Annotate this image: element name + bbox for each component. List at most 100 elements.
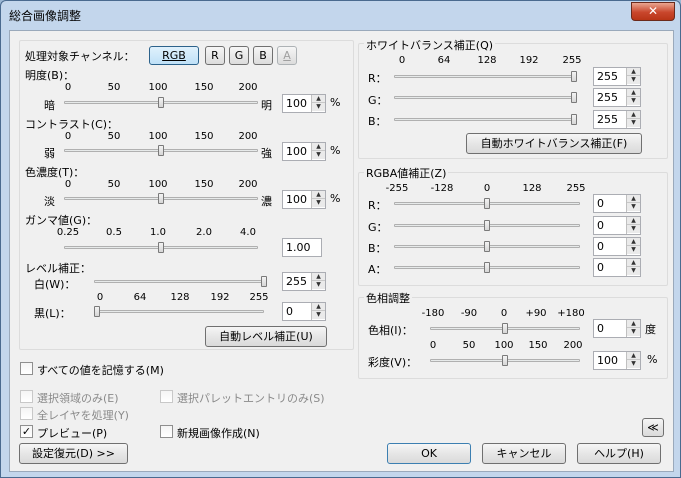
palette-only-checkbox[interactable] — [160, 390, 173, 403]
collapse-button[interactable]: ≪ — [642, 418, 664, 437]
auto-level-button[interactable]: 自動レベル補正(U) — [205, 326, 327, 347]
all-layers-checkbox[interactable] — [20, 407, 33, 420]
sat-slider[interactable] — [430, 355, 580, 367]
level-white-slider[interactable] — [94, 276, 267, 288]
slider-thumb[interactable] — [158, 145, 164, 156]
spin-down-icon[interactable]: ▼ — [312, 199, 325, 207]
spin-up-icon[interactable]: ▲ — [312, 273, 325, 281]
spin-up-icon[interactable]: ▲ — [312, 95, 325, 103]
spin-arrows[interactable]: ▲ ▼ — [626, 352, 640, 369]
brightness-spinbox[interactable]: 100 ▲ ▼ — [282, 94, 326, 113]
spin-down-icon[interactable]: ▼ — [627, 203, 640, 211]
channel-r-button[interactable]: R — [205, 46, 225, 65]
hue-slider[interactable] — [430, 323, 580, 335]
wb-b-slider[interactable] — [394, 114, 577, 126]
spin-down-icon[interactable]: ▼ — [627, 328, 640, 336]
rgba-a-slider[interactable] — [394, 262, 580, 274]
spin-arrows[interactable]: ▲ ▼ — [626, 259, 640, 276]
slider-thumb[interactable] — [571, 71, 577, 82]
spin-arrows[interactable]: ▲ ▼ — [626, 238, 640, 255]
rgba-r-spinbox[interactable]: 0 ▲ ▼ — [593, 194, 641, 213]
level-white-spinbox[interactable]: 255 ▲ ▼ — [282, 272, 326, 291]
new-image-checkbox[interactable] — [160, 425, 173, 438]
gamma-input[interactable]: 1.00 — [282, 238, 322, 257]
spin-down-icon[interactable]: ▼ — [627, 246, 640, 254]
level-black-spinbox[interactable]: 0 ▲ ▼ — [282, 302, 326, 321]
spin-arrows[interactable]: ▲ ▼ — [311, 95, 325, 112]
spin-up-icon[interactable]: ▲ — [627, 111, 640, 119]
channel-rgb-button[interactable]: RGB — [149, 46, 199, 65]
wb-g-slider[interactable] — [394, 92, 577, 104]
level-black-slider[interactable] — [94, 306, 264, 318]
spin-up-icon[interactable]: ▲ — [627, 352, 640, 360]
cancel-button[interactable]: キャンセル — [482, 443, 566, 464]
preview-checkbox[interactable]: ✓ — [20, 425, 33, 438]
rgba-r-slider[interactable] — [394, 198, 580, 210]
ok-button[interactable]: OK — [387, 443, 471, 464]
spin-up-icon[interactable]: ▲ — [627, 89, 640, 97]
selection-only-checkbox[interactable] — [20, 390, 33, 403]
help-button[interactable]: ヘルプ(H) — [577, 443, 661, 464]
slider-thumb[interactable] — [484, 241, 490, 252]
wb-g-spinbox[interactable]: 255 ▲ ▼ — [593, 88, 641, 107]
spin-arrows[interactable]: ▲ ▼ — [626, 111, 640, 128]
slider-thumb[interactable] — [158, 193, 164, 204]
slider-thumb[interactable] — [484, 220, 490, 231]
spin-down-icon[interactable]: ▼ — [627, 97, 640, 105]
spin-down-icon[interactable]: ▼ — [627, 119, 640, 127]
spin-down-icon[interactable]: ▼ — [627, 267, 640, 275]
slider-thumb[interactable] — [502, 323, 508, 334]
spin-up-icon[interactable]: ▲ — [627, 195, 640, 203]
spin-arrows[interactable]: ▲ ▼ — [626, 217, 640, 234]
slider-thumb[interactable] — [571, 114, 577, 125]
rgba-b-slider[interactable] — [394, 241, 580, 253]
wb-b-spinbox[interactable]: 255 ▲ ▼ — [593, 110, 641, 129]
gamma-slider[interactable] — [64, 242, 258, 254]
spin-up-icon[interactable]: ▲ — [312, 143, 325, 151]
spin-down-icon[interactable]: ▼ — [312, 151, 325, 159]
contrast-spinbox[interactable]: 100 ▲ ▼ — [282, 142, 326, 161]
spin-up-icon[interactable]: ▲ — [627, 238, 640, 246]
title-bar[interactable]: 総合画像調整 ✕ — [1, 1, 680, 29]
spin-up-icon[interactable]: ▲ — [627, 217, 640, 225]
contrast-slider[interactable] — [64, 145, 258, 157]
saturation-slider[interactable] — [64, 193, 258, 205]
slider-thumb[interactable] — [484, 262, 490, 273]
spin-down-icon[interactable]: ▼ — [312, 311, 325, 319]
rgba-b-spinbox[interactable]: 0 ▲ ▼ — [593, 237, 641, 256]
hue-spinbox[interactable]: 0 ▲ ▼ — [593, 319, 641, 338]
spin-arrows[interactable]: ▲ ▼ — [626, 89, 640, 106]
slider-thumb[interactable] — [502, 355, 508, 366]
spin-arrows[interactable]: ▲ ▼ — [626, 195, 640, 212]
remember-all-checkbox[interactable] — [20, 362, 33, 375]
spin-up-icon[interactable]: ▲ — [627, 320, 640, 328]
spin-up-icon[interactable]: ▲ — [627, 259, 640, 267]
spin-down-icon[interactable]: ▼ — [627, 76, 640, 84]
spin-down-icon[interactable]: ▼ — [312, 103, 325, 111]
spin-arrows[interactable]: ▲ ▼ — [311, 143, 325, 160]
rgba-g-spinbox[interactable]: 0 ▲ ▼ — [593, 216, 641, 235]
slider-thumb[interactable] — [94, 306, 100, 317]
spin-arrows[interactable]: ▲ ▼ — [626, 320, 640, 337]
channel-b-button[interactable]: B — [253, 46, 273, 65]
auto-white-balance-button[interactable]: 自動ホワイトバランス補正(F) — [466, 133, 642, 154]
brightness-slider[interactable] — [64, 97, 258, 109]
wb-r-slider[interactable] — [394, 71, 577, 83]
spin-up-icon[interactable]: ▲ — [312, 303, 325, 311]
spin-arrows[interactable]: ▲ ▼ — [626, 68, 640, 85]
spin-arrows[interactable]: ▲ ▼ — [311, 303, 325, 320]
saturation-spinbox[interactable]: 100 ▲ ▼ — [282, 190, 326, 209]
sat-spinbox[interactable]: 100 ▲ ▼ — [593, 351, 641, 370]
slider-thumb[interactable] — [158, 242, 164, 253]
channel-g-button[interactable]: G — [229, 46, 249, 65]
wb-r-spinbox[interactable]: 255 ▲ ▼ — [593, 67, 641, 86]
slider-thumb[interactable] — [158, 97, 164, 108]
spin-up-icon[interactable]: ▲ — [312, 191, 325, 199]
channel-a-button[interactable]: A — [277, 46, 297, 65]
close-button[interactable]: ✕ — [631, 2, 675, 21]
restore-settings-button[interactable]: 設定復元(D) >> — [19, 443, 128, 464]
rgba-g-slider[interactable] — [394, 220, 580, 232]
slider-thumb[interactable] — [261, 276, 267, 287]
rgba-a-spinbox[interactable]: 0 ▲ ▼ — [593, 258, 641, 277]
spin-up-icon[interactable]: ▲ — [627, 68, 640, 76]
